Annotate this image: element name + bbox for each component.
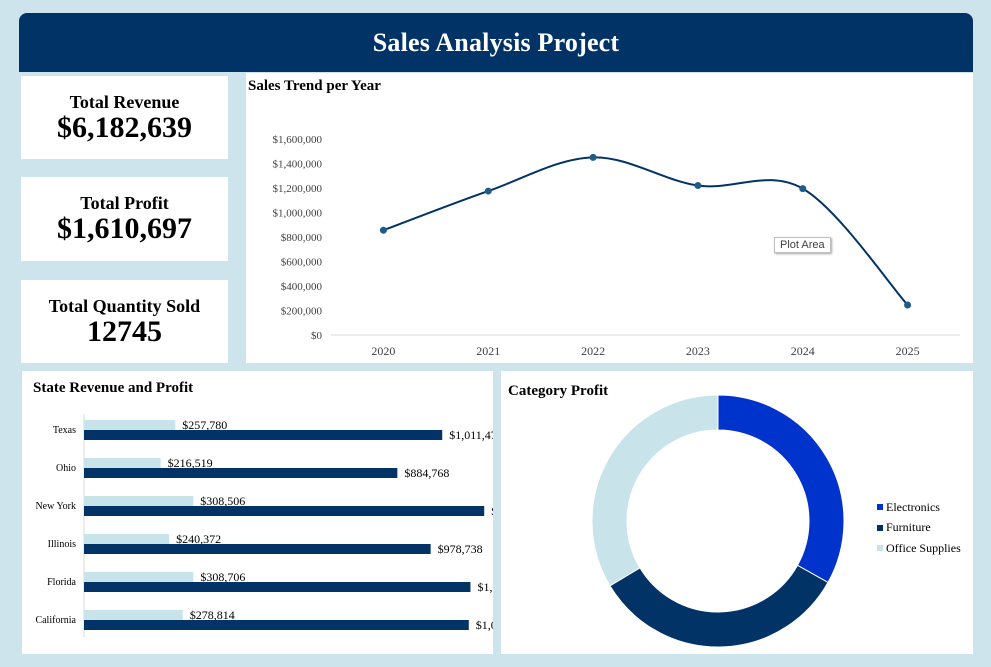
bar-chart-svg: Texas $257,780 $1,011,475 Ohio $216,519 $884,… xyxy=(35,414,493,637)
kpi-value: 12745 xyxy=(87,314,162,348)
profit-data-label: $216,519 xyxy=(168,456,213,470)
donut-slice xyxy=(717,394,845,584)
series-line xyxy=(383,156,909,306)
legend-swatch xyxy=(877,504,883,511)
y-tick-label: $1,400,000 xyxy=(273,159,323,171)
kpi-value: $1,610,697 xyxy=(57,212,192,245)
profit-data-label: $308,506 xyxy=(200,494,245,508)
profit-bar xyxy=(84,420,176,430)
data-point xyxy=(379,226,387,234)
y-tick-label: $1,000,000 xyxy=(273,208,323,220)
revenue-bar xyxy=(84,468,398,478)
line-chart-svg: $0 $200,000 $400,000 $600,000 $800,000 $1,000… xyxy=(273,134,960,358)
y-tick-label: $600,000 xyxy=(281,257,323,269)
donut-slice xyxy=(609,564,829,648)
profit-data-label: $278,814 xyxy=(190,608,235,622)
legend-label: Furniture xyxy=(886,520,931,535)
x-tick-label: 2020 xyxy=(371,344,395,358)
category-label: Texas xyxy=(53,425,76,436)
profit-data-label: $308,706 xyxy=(200,570,245,584)
revenue-data-label: $1,086,436 xyxy=(476,618,493,632)
plot-area-tooltip: Plot Area xyxy=(774,237,831,253)
revenue-data-label: $884,768 xyxy=(404,466,449,480)
profit-data-label: $240,372 xyxy=(176,532,221,546)
y-tick-label: $200,000 xyxy=(281,306,323,318)
donut-slice xyxy=(591,394,719,587)
y-tick-label: $1,600,000 xyxy=(273,134,323,146)
category-label: New York xyxy=(35,501,76,512)
revenue-bar xyxy=(84,430,443,440)
revenue-bar xyxy=(84,620,469,630)
category-label: Illinois xyxy=(48,539,76,550)
sales-trend-chart[interactable]: Sales Trend per Year $0 $200,000 $400,000 $… xyxy=(246,73,973,363)
category-label: Ohio xyxy=(56,463,76,474)
profit-bar xyxy=(84,572,194,582)
data-point xyxy=(484,187,492,195)
category-legend: Electronics Furniture Office Supplies xyxy=(877,497,961,559)
legend-swatch xyxy=(877,524,883,531)
y-tick-label: $800,000 xyxy=(281,232,323,244)
legend-item-furniture[interactable]: Furniture xyxy=(877,518,961,539)
x-tick-label: 2023 xyxy=(686,344,710,358)
kpi-label: Total Quantity Sold xyxy=(48,295,201,316)
data-point xyxy=(589,153,597,161)
kpi-card-total-quantity-sold[interactable]: Total Quantity Sold 12745 xyxy=(21,280,228,363)
kpi-value: $6,182,639 xyxy=(57,110,192,144)
x-tick-label: 2021 xyxy=(476,344,500,358)
revenue-bar xyxy=(84,544,431,554)
legend-item-office-supplies[interactable]: Office Supplies xyxy=(877,538,961,559)
legend-item-electronics[interactable]: Electronics xyxy=(877,497,961,518)
page-title: Sales Analysis Project xyxy=(372,27,620,57)
y-tick-label: $400,000 xyxy=(281,281,323,293)
profit-data-label: $257,780 xyxy=(182,418,227,432)
profit-bar xyxy=(84,610,183,620)
kpi-card-total-revenue[interactable]: Total Revenue $6,182,639 xyxy=(21,76,228,159)
data-point xyxy=(694,182,702,190)
legend-label: Office Supplies xyxy=(886,540,961,555)
profit-bar xyxy=(84,496,194,506)
revenue-bar xyxy=(84,582,471,592)
state-revenue-profit-chart[interactable]: State Revenue and Profit Texas $257,780 $1… xyxy=(22,371,493,654)
x-tick-label: 2024 xyxy=(791,344,815,358)
y-tick-label: $0 xyxy=(311,330,323,342)
legend-swatch xyxy=(877,545,883,552)
profit-bar xyxy=(84,534,170,544)
category-label: California xyxy=(35,615,76,626)
legend-label: Electronics xyxy=(886,499,940,514)
revenue-data-label: $978,738 xyxy=(438,542,483,556)
x-tick-label: 2025 xyxy=(896,344,920,358)
kpi-card-total-profit[interactable]: Total Profit $1,610,697 xyxy=(21,177,228,261)
data-point xyxy=(904,301,912,309)
revenue-bar xyxy=(84,506,485,516)
kpi-label: Total Revenue xyxy=(69,91,180,112)
profit-bar xyxy=(84,458,161,468)
revenue-data-label: $1,130,048 xyxy=(491,504,493,518)
y-tick-label: $1,200,000 xyxy=(273,183,323,195)
revenue-data-label: $1,091,174 xyxy=(477,580,493,594)
data-point xyxy=(799,185,807,193)
x-tick-label: 2022 xyxy=(581,344,605,358)
dashboard-header: Sales Analysis Project xyxy=(19,13,973,72)
kpi-label: Total Profit xyxy=(80,193,169,213)
category-label: Florida xyxy=(47,577,76,588)
revenue-data-label: $1,011,475 xyxy=(449,428,493,442)
